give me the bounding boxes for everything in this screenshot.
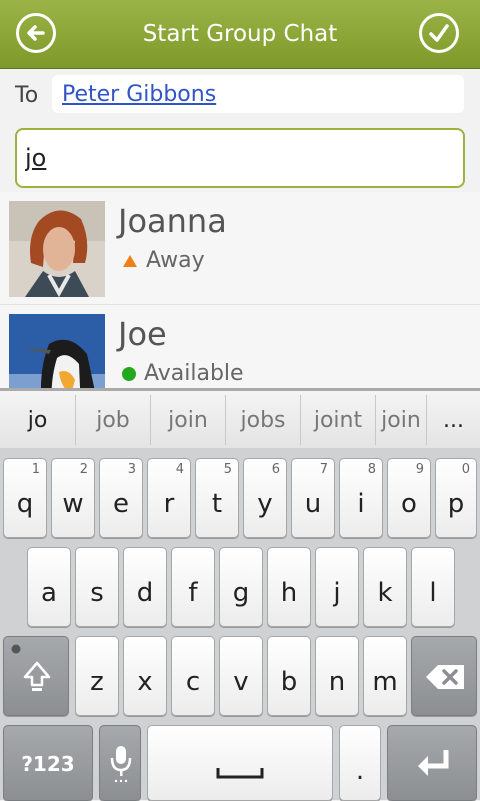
key-a[interactable]: a (27, 547, 71, 627)
microphone-icon (110, 746, 132, 783)
checkmark-icon (429, 24, 449, 42)
contact-search-field[interactable] (15, 128, 465, 188)
contact-name: Joe (118, 315, 167, 353)
keyboard: 1q 2w 3e 4r 5t 6y 7u 8i 9o 0p a s d f g … (0, 448, 480, 801)
suggestion-item[interactable]: jo (0, 391, 75, 448)
key-x[interactable]: x (123, 636, 167, 716)
key-z[interactable]: z (75, 636, 119, 716)
key-y[interactable]: 6y (243, 458, 287, 538)
symbols-key[interactable]: ?123 (3, 725, 93, 801)
more-suggestions-button[interactable]: ... (427, 391, 480, 448)
list-item[interactable]: Joe Available (0, 305, 480, 388)
key-m[interactable]: m (363, 636, 407, 716)
caps-indicator-icon (11, 644, 21, 654)
available-dot-icon (122, 367, 136, 381)
backspace-icon (426, 665, 464, 689)
key-g[interactable]: g (219, 547, 263, 627)
enter-arrow-icon (418, 750, 449, 776)
contact-status: Away (122, 248, 205, 273)
key-k[interactable]: k (363, 547, 407, 627)
recipient-chip[interactable]: Peter Gibbons (62, 82, 216, 107)
suggestion-item[interactable]: joint (301, 391, 375, 448)
contact-list[interactable]: Joanna Away Joe Available (0, 192, 480, 388)
key-f[interactable]: f (171, 547, 215, 627)
key-h[interactable]: h (267, 547, 311, 627)
suggestion-item[interactable]: join (151, 391, 225, 448)
avatar (9, 201, 105, 297)
key-r[interactable]: 4r (147, 458, 191, 538)
period-key[interactable]: . (339, 725, 381, 801)
key-p[interactable]: 0p (435, 458, 477, 538)
avatar (9, 314, 105, 388)
search-input[interactable] (25, 140, 445, 176)
key-w[interactable]: 2w (51, 458, 95, 538)
shift-arrow-icon (23, 661, 51, 691)
suggestion-item[interactable]: job (76, 391, 150, 448)
key-b[interactable]: b (267, 636, 311, 716)
suggestion-strip: jo job join jobs joint join ... (0, 388, 480, 448)
page-title: Start Group Chat (142, 21, 338, 47)
key-v[interactable]: v (219, 636, 263, 716)
key-q[interactable]: 1q (3, 458, 47, 538)
suggestion-item[interactable]: jobs (226, 391, 300, 448)
key-c[interactable]: c (171, 636, 215, 716)
key-i[interactable]: 8i (339, 458, 383, 538)
status-text: Away (146, 248, 205, 273)
enter-key[interactable] (387, 725, 477, 801)
away-triangle-icon (123, 255, 137, 267)
key-o[interactable]: 9o (387, 458, 431, 538)
key-j[interactable]: j (315, 547, 359, 627)
contact-name: Joanna (118, 202, 227, 240)
key-d[interactable]: d (123, 547, 167, 627)
suggestion-item[interactable]: join (376, 391, 426, 448)
list-item[interactable]: Joanna Away (0, 192, 480, 305)
key-n[interactable]: n (315, 636, 359, 716)
recipient-area: To Peter Gibbons (0, 69, 480, 192)
space-key[interactable] (147, 725, 333, 801)
contact-status: Available (122, 361, 244, 386)
voice-input-key[interactable] (99, 725, 141, 801)
title-bar: Start Group Chat (0, 0, 480, 69)
key-u[interactable]: 7u (291, 458, 335, 538)
space-bar-icon (216, 768, 264, 779)
shift-key[interactable] (3, 636, 69, 716)
recipients-field[interactable]: Peter Gibbons (52, 75, 464, 113)
delete-key[interactable] (411, 636, 477, 716)
key-s[interactable]: s (75, 547, 119, 627)
status-text: Available (144, 361, 244, 386)
key-l[interactable]: l (411, 547, 455, 627)
to-label: To (15, 83, 39, 108)
done-button[interactable] (419, 13, 459, 53)
key-e[interactable]: 3e (99, 458, 143, 538)
key-t[interactable]: 5t (195, 458, 239, 538)
